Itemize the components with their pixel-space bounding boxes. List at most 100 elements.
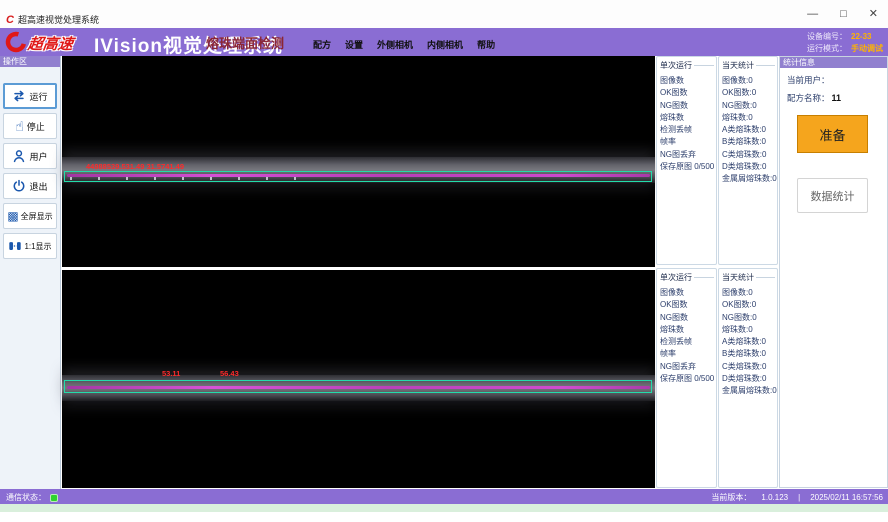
stat-row: NG图数	[660, 100, 715, 112]
user-button-label: 用户	[29, 150, 47, 163]
stat-row: NG图丢弃	[660, 149, 715, 161]
titlebar: C 超高速视觉处理系统 — □ ✕	[0, 0, 888, 28]
stop-button-label: 停止	[27, 120, 45, 133]
exit-button-label: 退出	[29, 180, 47, 193]
stat-row: 图像数:0	[722, 287, 776, 299]
stat-row: 帧率	[660, 136, 715, 148]
stat-row: B类熔珠数:0	[722, 348, 776, 360]
fullscreen-icon: ▩	[7, 210, 18, 222]
recipe-name-value: 11	[832, 93, 842, 103]
stat-row: 帧率	[660, 348, 715, 360]
status-datetime: 2025/02/11 16:57:56	[810, 493, 883, 502]
one-to-one-button[interactable]: 1:1显示	[3, 233, 57, 259]
comm-status-indicator	[50, 494, 58, 502]
info-panel-title: 统计信息	[780, 57, 887, 68]
laser-line	[67, 386, 650, 389]
stat-row: B类熔珠数:0	[722, 136, 776, 148]
status-separator: |	[798, 493, 800, 502]
stat-row: 检测丢帧	[660, 336, 715, 348]
stat-row: 图像数	[660, 287, 715, 299]
power-icon	[12, 179, 26, 193]
statistics-info-panel: 统计信息 当前用户： 配方名称：11 准备 数据统计	[779, 56, 888, 488]
group-title: 单次运行	[657, 269, 716, 283]
window-title: 超高速视觉处理系统	[18, 13, 99, 26]
exit-button[interactable]: 退出	[3, 173, 57, 199]
device-info: 设备编号： 22-33 运行模式： 手动调试	[807, 31, 883, 55]
app-header: 超高速 IVision视觉处理系统 熔珠端面检测 配方 设置 外侧相机 内侧相机…	[0, 28, 888, 56]
sidebar-title: 操作区	[0, 56, 60, 67]
stat-row: OK图数	[660, 87, 715, 99]
one-to-one-icon	[8, 239, 22, 253]
fullscreen-button-label: 全屏显示	[21, 211, 53, 222]
single-run-stats-group-2: 单次运行 图像数OK图数NG图数熔珠数检测丢帧帧率NG图丢弃保存原图 0/500	[656, 268, 717, 488]
single-run-stats-group-1: 单次运行 图像数OK图数NG图数熔珠数检测丢帧帧率NG图丢弃保存原图 0/500	[656, 56, 717, 265]
run-icon	[12, 89, 26, 103]
stat-row: D类熔珠数:0	[722, 161, 776, 173]
stat-row: 金属屑熔珠数:0	[722, 385, 776, 397]
group-title: 当天统计	[719, 269, 777, 283]
menu-inner-camera[interactable]: 内侧相机	[427, 38, 463, 51]
recipe-name-label: 配方名称：	[787, 93, 830, 103]
status-bar: 通信状态： 当前版本： 1.0.123 | 2025/02/11 16:57:5…	[0, 489, 888, 504]
stat-row: 检测丢帧	[660, 124, 715, 136]
menu-settings[interactable]: 设置	[345, 38, 363, 51]
stat-row: NG图数:0	[722, 100, 776, 112]
stat-row: NG图丢弃	[660, 361, 715, 373]
data-statistics-button[interactable]: 数据统计	[797, 178, 868, 213]
menu-recipe[interactable]: 配方	[313, 38, 331, 51]
measurement-annotation: 53.11	[162, 369, 180, 378]
run-mode-label: 运行模式：	[807, 43, 847, 55]
stat-row: A类熔珠数:0	[722, 336, 776, 348]
version-value: 1.0.123	[761, 493, 788, 502]
current-user-label: 当前用户：	[787, 75, 830, 85]
run-button[interactable]: 运行	[3, 83, 57, 109]
stat-row: A类熔珠数:0	[722, 124, 776, 136]
stop-hand-icon: ☝	[15, 120, 24, 132]
run-mode-value: 手动调试	[851, 43, 883, 55]
camera-image-panel-2[interactable]: 53.11 56.43	[62, 270, 655, 488]
app-logo-icon: C	[6, 15, 14, 25]
prepare-button[interactable]: 准备	[797, 115, 868, 153]
stat-row: D类熔珠数:0	[722, 373, 776, 385]
device-number-value: 22-33	[851, 31, 871, 43]
minimize-button[interactable]: —	[807, 8, 818, 20]
window-bottom-strip	[0, 504, 888, 512]
stat-row: 熔珠数	[660, 112, 715, 124]
stat-row: 熔珠数:0	[722, 324, 776, 336]
stat-row: 保存原图 0/500	[660, 161, 715, 173]
stat-row: 图像数	[660, 75, 715, 87]
fullscreen-button[interactable]: ▩ 全屏显示	[3, 203, 57, 229]
stat-row: 保存原图 0/500	[660, 373, 715, 385]
user-button[interactable]: 用户	[3, 143, 57, 169]
menu-bar: 配方 设置 外侧相机 内侧相机 帮助	[313, 38, 495, 51]
device-number-label: 设备编号：	[807, 31, 847, 43]
stat-row: NG图数	[660, 312, 715, 324]
stat-row: OK图数:0	[722, 299, 776, 311]
user-icon	[12, 149, 26, 163]
stat-row: OK图数:0	[722, 87, 776, 99]
maximize-button[interactable]: □	[840, 8, 847, 20]
comm-status-label: 通信状态：	[6, 492, 46, 503]
brand-text: 超高速	[27, 33, 75, 54]
stat-row: NG图数:0	[722, 312, 776, 324]
stat-row: 熔珠数:0	[722, 112, 776, 124]
menu-outer-camera[interactable]: 外侧相机	[377, 38, 413, 51]
one-to-one-button-label: 1:1显示	[24, 241, 51, 252]
stat-row: OK图数	[660, 299, 715, 311]
camera-image-panel-1[interactable]: 44988539.531.49 31.5741.49	[62, 56, 655, 267]
brand-swirl-icon	[4, 30, 28, 59]
app-subtitle: 熔珠端面检测	[206, 33, 284, 52]
stat-row: 金属屑熔珠数:0	[722, 173, 776, 185]
close-button[interactable]: ✕	[869, 8, 878, 20]
detection-tick-marks	[70, 177, 305, 180]
stat-row: C类熔珠数:0	[722, 361, 776, 373]
menu-help[interactable]: 帮助	[477, 38, 495, 51]
stop-button[interactable]: ☝ 停止	[3, 113, 57, 139]
stat-row: C类熔珠数:0	[722, 149, 776, 161]
group-title: 单次运行	[657, 57, 716, 71]
stat-row: 图像数:0	[722, 75, 776, 87]
measurement-annotation: 56.43	[220, 369, 239, 378]
measurement-annotation: 44988539.531.49 31.5741.49	[86, 162, 184, 171]
version-label: 当前版本：	[711, 492, 751, 503]
app-window: C 超高速视觉处理系统 — □ ✕ 超高速 IVision视觉处理系统 熔珠端面…	[0, 0, 888, 522]
